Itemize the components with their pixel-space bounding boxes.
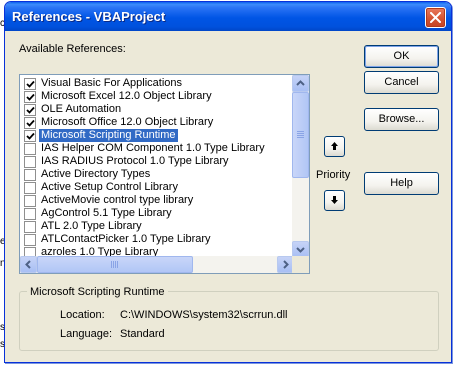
references-list[interactable]: Visual Basic For Applications Microsoft E…	[19, 74, 310, 274]
reference-checkbox[interactable]	[24, 117, 36, 129]
help-button[interactable]: Help	[364, 172, 439, 195]
reference-label: OLE Automation	[41, 103, 122, 115]
reference-checkbox[interactable]	[24, 143, 36, 155]
reference-checkbox[interactable]	[24, 234, 36, 246]
horizontal-scrollbar[interactable]	[20, 256, 294, 273]
reference-checkbox[interactable]	[24, 195, 36, 207]
reference-label: Visual Basic For Applications	[41, 77, 183, 89]
scroll-up-button[interactable]	[292, 75, 309, 92]
scrollbar-corner	[292, 256, 309, 273]
checkmark-icon	[26, 93, 35, 101]
reference-label: IAS RADIUS Protocol 1.0 Type Library	[41, 155, 229, 167]
close-icon	[430, 12, 441, 23]
reference-label: Microsoft Scripting Runtime	[38, 128, 179, 143]
ok-button[interactable]: OK	[364, 45, 439, 68]
reference-checkbox[interactable]	[24, 91, 36, 103]
priority-down-button[interactable]	[324, 190, 345, 211]
vertical-scrollbar[interactable]	[292, 75, 309, 258]
reference-label: IAS Helper COM Component 1.0 Type Librar…	[41, 142, 265, 154]
chevron-left-icon	[25, 260, 31, 269]
chevron-up-icon	[296, 80, 305, 86]
references-dialog: References - VBAProject Available Refere…	[4, 1, 452, 363]
reference-checkbox[interactable]	[24, 221, 36, 233]
close-button[interactable]	[425, 7, 446, 28]
title-bar[interactable]: References - VBAProject	[5, 2, 451, 31]
checkmark-icon	[26, 106, 35, 114]
available-references-label: Available References:	[19, 43, 126, 55]
background-document-bottom	[0, 364, 459, 375]
checkmark-icon	[26, 80, 35, 88]
window-title: References - VBAProject	[12, 9, 166, 24]
horizontal-scroll-thumb[interactable]	[37, 256, 193, 273]
vertical-scroll-thumb[interactable]	[292, 92, 309, 178]
arrow-down-icon	[331, 196, 338, 204]
language-label: Language:	[60, 328, 112, 340]
chevron-down-icon	[296, 247, 305, 253]
reference-checkbox[interactable]	[24, 130, 36, 142]
location-value: C:\WINDOWS\system32\scrrun.dll	[120, 309, 288, 321]
checkmark-icon	[26, 119, 35, 127]
reference-label: Microsoft Office 12.0 Object Library	[41, 116, 214, 128]
reference-label: Microsoft Excel 12.0 Object Library	[41, 90, 212, 102]
reference-checkbox[interactable]	[24, 104, 36, 116]
reference-label: ATL 2.0 Type Library	[41, 220, 142, 232]
reference-label: ActiveMovie control type library	[41, 194, 194, 206]
priority-up-button[interactable]	[324, 136, 345, 157]
checkmark-icon	[26, 132, 35, 140]
reference-label: AgControl 5.1 Type Library	[41, 207, 172, 219]
language-value: Standard	[120, 328, 165, 340]
reference-label: ATLContactPicker 1.0 Type Library	[41, 233, 211, 245]
chevron-right-icon	[283, 260, 289, 269]
reference-details-group	[19, 291, 439, 351]
priority-label: Priority	[316, 169, 351, 181]
reference-label: Active Directory Types	[41, 168, 151, 180]
details-group-title: Microsoft Scripting Runtime	[27, 286, 168, 298]
browse-button[interactable]: Browse...	[364, 108, 439, 131]
reference-checkbox[interactable]	[24, 156, 36, 168]
location-label: Location:	[60, 309, 105, 321]
scroll-left-button[interactable]	[20, 256, 37, 273]
reference-checkbox[interactable]	[24, 208, 36, 220]
reference-label: Active Setup Control Library	[41, 181, 178, 193]
reference-checkbox[interactable]	[24, 169, 36, 181]
reference-checkbox[interactable]	[24, 182, 36, 194]
references-items: Visual Basic For Applications Microsoft E…	[20, 75, 294, 258]
arrow-up-icon	[331, 142, 338, 150]
reference-checkbox[interactable]	[24, 78, 36, 90]
cancel-button[interactable]: Cancel	[364, 71, 439, 94]
